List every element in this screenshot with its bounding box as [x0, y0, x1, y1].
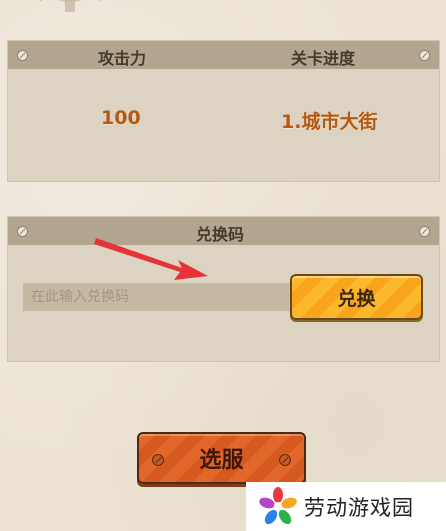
watermark: 劳动游戏园 [246, 482, 446, 531]
pin-icon [419, 226, 430, 237]
bolt-icon [279, 454, 291, 466]
flower-logo-icon [259, 487, 297, 525]
watermark-text: 劳动游戏园 [304, 496, 414, 520]
redeem-code-input[interactable] [23, 283, 293, 311]
stats-panel: 攻击力 关卡进度 100 1.城市大街 [7, 40, 440, 182]
attack-value: 100 [101, 107, 141, 129]
gear-icon [33, 0, 107, 12]
redeem-button-label: 兑换 [337, 287, 376, 310]
redeem-panel-header: 兑换码 [8, 217, 439, 245]
progress-label: 关卡进度 [291, 49, 356, 68]
arrow-icon [94, 238, 208, 280]
server-select-button[interactable]: 选服 [137, 432, 306, 484]
pin-icon [17, 50, 28, 61]
pin-icon [17, 226, 28, 237]
redeem-button[interactable]: 兑换 [290, 274, 423, 320]
attack-label: 攻击力 [98, 49, 147, 68]
progress-value: 1.城市大街 [281, 111, 378, 133]
stats-panel-header: 攻击力 关卡进度 [8, 41, 439, 69]
pin-icon [419, 50, 430, 61]
